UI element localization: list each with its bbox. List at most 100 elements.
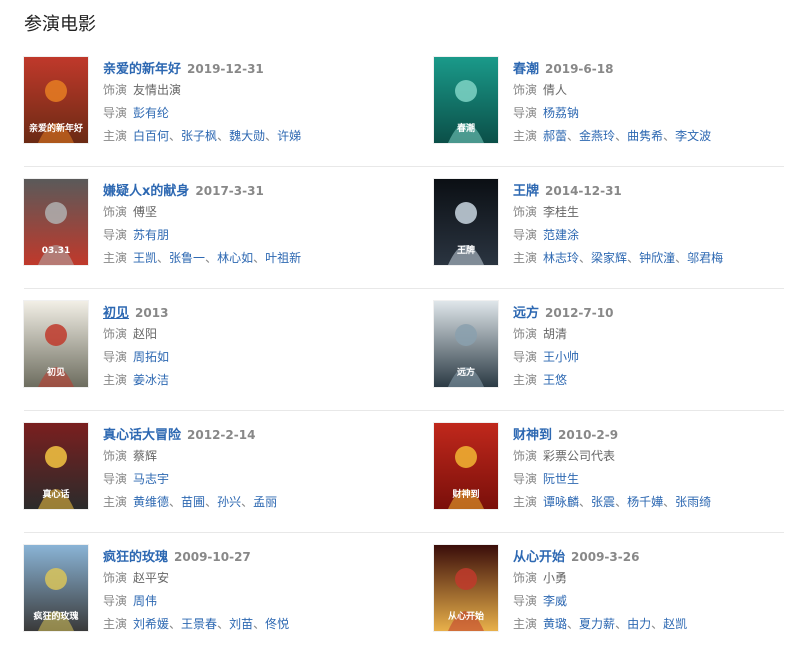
cast-member-link[interactable]: 刘希媛 [133, 617, 169, 631]
director-link[interactable]: 范建涂 [543, 228, 579, 242]
poster-trump-card[interactable]: 王牌 [434, 179, 498, 265]
director-link[interactable]: 马志宇 [133, 472, 169, 486]
cast-member-link[interactable]: 金燕玲 [579, 129, 615, 143]
poster-suspect-x[interactable]: 03.31 [24, 179, 88, 265]
film-item: 春潮 春潮 2019-6-18 饰演 倩人 导演 杨荔钠 主演 郝蕾、金燕玲、曲隽希、李文波 [434, 57, 784, 145]
film-title-link[interactable]: 王牌 [513, 184, 539, 199]
role-line: 饰演 胡清 [513, 323, 783, 346]
director-label: 导演 [513, 472, 538, 486]
cast-member-link[interactable]: 谭咏麟 [543, 495, 579, 509]
poster-title-text: 03.31 [42, 246, 70, 256]
film-title-link[interactable]: 初见 [103, 306, 129, 321]
cast-line: 主演 姜冰洁 [103, 369, 373, 392]
cast-separator: 、 [241, 495, 254, 509]
film-title-link[interactable]: 远方 [513, 306, 539, 321]
film-item: 初见 初见 2013 饰演 赵阳 导演 周拓如 主演 姜冰洁 [24, 301, 374, 389]
role-line: 饰演 彩票公司代表 [513, 445, 783, 468]
role-line: 饰演 傅坚 [103, 201, 373, 224]
poster-art: 从心开始 [434, 545, 498, 631]
role-label: 饰演 [103, 327, 128, 341]
cast-member-link[interactable]: 郝蕾 [543, 129, 567, 143]
filmography-grid: 亲爱的新年好 亲爱的新年好 2019-12-31 饰演 友情出演 导演 彭有纶 主演 白百何、张… [24, 45, 784, 654]
cast-member-link[interactable]: 夏力薪 [579, 617, 615, 631]
cast-member-link[interactable]: 曲隽希 [627, 129, 663, 143]
cast-member-link[interactable]: 佟悦 [265, 617, 289, 631]
cast-member-link[interactable]: 赵凯 [663, 617, 687, 631]
director-link[interactable]: 杨荔钠 [543, 106, 579, 120]
poster-truth-or-dare[interactable]: 真心话 [24, 423, 88, 509]
film-item: 真心话 真心话大冒险 2012-2-14 饰演 蔡辉 导演 马志宇 主演 黄维德、苗圃、孙兴、孟… [24, 423, 374, 511]
poster-art: 疯狂的玫瑰 [24, 545, 88, 631]
poster-art: 亲爱的新年好 [24, 57, 88, 143]
cast-member-link[interactable]: 魏大勋 [229, 129, 265, 143]
director-label: 导演 [513, 594, 538, 608]
cast-separator: 、 [627, 251, 640, 265]
poster-title-text: 王牌 [457, 244, 475, 256]
film-title-link[interactable]: 春潮 [513, 62, 539, 77]
cast-member-link[interactable]: 孙兴 [217, 495, 241, 509]
poster-art: 财神到 [434, 423, 498, 509]
cast-member-link[interactable]: 白百何 [133, 129, 169, 143]
cast-member-link[interactable]: 刘苗 [229, 617, 253, 631]
director-link[interactable]: 苏有朋 [133, 228, 169, 242]
cast-member-link[interactable]: 苗圃 [181, 495, 205, 509]
cast-member-link[interactable]: 林心如 [217, 251, 253, 265]
role-line: 饰演 友情出演 [103, 79, 373, 102]
film-title-link[interactable]: 亲爱的新年好 [103, 62, 181, 77]
cast-member-link[interactable]: 由力 [627, 617, 651, 631]
cast-member-link[interactable]: 许娣 [277, 129, 301, 143]
cast-member-link[interactable]: 李文波 [675, 129, 711, 143]
director-link[interactable]: 周伟 [133, 594, 157, 608]
film-title-link[interactable]: 疯狂的玫瑰 [103, 550, 168, 565]
cast-member-link[interactable]: 张鲁一 [169, 251, 205, 265]
poster-art: 03.31 [24, 179, 88, 265]
cast-separator: 、 [579, 251, 592, 265]
poster-faraway[interactable]: 远方 [434, 301, 498, 387]
release-date: 2014-12-31 [545, 184, 622, 198]
cast-member-link[interactable]: 张子枫 [181, 129, 217, 143]
cast-label: 主演 [103, 373, 128, 387]
role-line: 饰演 赵阳 [103, 323, 373, 346]
director-link[interactable]: 阮世生 [543, 472, 579, 486]
cast-member-link[interactable]: 林志玲 [543, 251, 579, 265]
cast-member-link[interactable]: 张雨绮 [675, 495, 711, 509]
cast-label: 主演 [513, 617, 538, 631]
cast-separator: 、 [567, 617, 580, 631]
poster-god-of-fortune[interactable]: 财神到 [434, 423, 498, 509]
cast-member-link[interactable]: 黄维德 [133, 495, 169, 509]
poster-first-sight[interactable]: 初见 [24, 301, 88, 387]
film-title-link[interactable]: 从心开始 [513, 550, 565, 565]
poster-dear-new-year[interactable]: 亲爱的新年好 [24, 57, 88, 143]
cast-line: 主演 王悠 [513, 369, 783, 392]
cast-label: 主演 [513, 251, 538, 265]
director-link[interactable]: 李威 [543, 594, 567, 608]
cast-member-link[interactable]: 王景春 [181, 617, 217, 631]
cast-member-link[interactable]: 叶祖新 [265, 251, 301, 265]
film-title-link[interactable]: 财神到 [513, 428, 552, 443]
role-label: 饰演 [513, 327, 538, 341]
cast-member-link[interactable]: 钟欣潼 [639, 251, 675, 265]
role-name: 赵平安 [133, 571, 170, 585]
cast-separator: 、 [615, 495, 628, 509]
director-link[interactable]: 彭有纶 [133, 106, 169, 120]
cast-member-link[interactable]: 梁家辉 [591, 251, 627, 265]
director-link[interactable]: 周拓如 [133, 350, 169, 364]
poster-from-the-heart[interactable]: 从心开始 [434, 545, 498, 631]
cast-member-link[interactable]: 邬君梅 [687, 251, 723, 265]
poster-spring-tide[interactable]: 春潮 [434, 57, 498, 143]
film-title-link[interactable]: 真心话大冒险 [103, 428, 181, 443]
cast-member-link[interactable]: 孟丽 [253, 495, 277, 509]
poster-art: 远方 [434, 301, 498, 387]
director-link[interactable]: 王小帅 [543, 350, 579, 364]
film-row: 亲爱的新年好 亲爱的新年好 2019-12-31 饰演 友情出演 导演 彭有纶 主演 白百何、张… [24, 45, 784, 167]
role-line: 饰演 赵平安 [103, 567, 373, 590]
cast-member-link[interactable]: 王凯 [133, 251, 157, 265]
cast-member-link[interactable]: 姜冰洁 [133, 373, 169, 387]
cast-member-link[interactable]: 黄璐 [543, 617, 567, 631]
cast-separator: 、 [253, 251, 266, 265]
cast-member-link[interactable]: 杨千嬅 [627, 495, 663, 509]
cast-member-link[interactable]: 王悠 [543, 373, 567, 387]
cast-member-link[interactable]: 张震 [591, 495, 615, 509]
film-title-link[interactable]: 嫌疑人x的献身 [103, 184, 189, 199]
poster-crazy-rose[interactable]: 疯狂的玫瑰 [24, 545, 88, 631]
